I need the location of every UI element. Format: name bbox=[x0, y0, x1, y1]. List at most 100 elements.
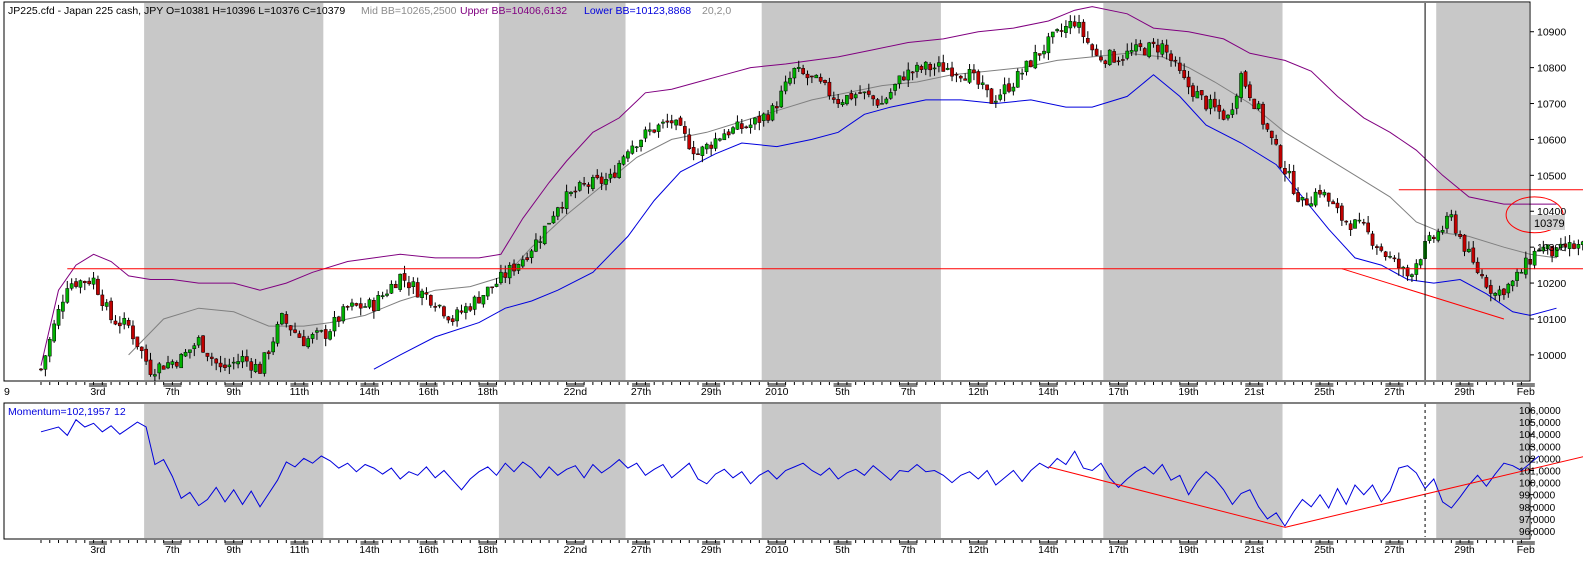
candle-bull bbox=[380, 295, 385, 298]
candle-bull bbox=[56, 309, 61, 326]
candle-bear bbox=[223, 364, 227, 368]
candle-bear bbox=[1331, 201, 1335, 205]
price-x-tick-label: 29th bbox=[1454, 386, 1475, 398]
candle-bull bbox=[783, 81, 788, 92]
candle-bear bbox=[595, 174, 600, 179]
candle-bear bbox=[1261, 103, 1265, 125]
candle-bull bbox=[192, 345, 197, 350]
candle-bull bbox=[718, 138, 722, 141]
candle-bull bbox=[280, 313, 284, 325]
candle-bull bbox=[1226, 114, 1230, 119]
candle-bear bbox=[415, 282, 420, 298]
candle-bear bbox=[323, 329, 328, 339]
price-x-tick-label: 12th bbox=[968, 386, 989, 398]
candle-bull bbox=[253, 364, 258, 373]
candle-bear bbox=[818, 76, 823, 82]
candle-bear bbox=[1572, 243, 1576, 249]
candle-bull bbox=[1440, 229, 1445, 233]
candle-bull bbox=[91, 277, 96, 285]
candle-bull bbox=[529, 250, 534, 258]
candle-bear bbox=[1383, 251, 1388, 257]
candle-bear bbox=[1296, 192, 1300, 202]
candle-bull bbox=[367, 299, 372, 308]
price-shade-band bbox=[498, 3, 626, 380]
candle-bull bbox=[643, 129, 648, 139]
candle-bear bbox=[174, 361, 179, 367]
candle-bear bbox=[1344, 220, 1349, 223]
candle-bull bbox=[1309, 203, 1314, 207]
candle-bear bbox=[1212, 98, 1217, 108]
momentum-x-tick-label: 12th bbox=[968, 544, 989, 556]
price-x-tick-label: Feb bbox=[1517, 386, 1535, 398]
price-x-tick-label: 27th bbox=[631, 386, 652, 398]
candle-bull bbox=[704, 143, 709, 150]
candle-bear bbox=[1283, 168, 1287, 175]
candle-bull bbox=[1002, 84, 1007, 95]
candle-bear bbox=[503, 272, 508, 278]
candle-bull bbox=[814, 74, 819, 79]
candle-bull bbox=[1125, 50, 1130, 59]
momentum-y-tick-label: 101,0000 bbox=[1519, 467, 1561, 478]
candle-bull bbox=[542, 225, 547, 245]
candle-bear bbox=[1458, 234, 1462, 237]
candle-bear bbox=[450, 318, 455, 322]
candle-bear bbox=[442, 306, 446, 317]
candle-bear bbox=[201, 335, 205, 353]
candle-bull bbox=[1445, 215, 1449, 229]
momentum-x-tick-label: 17th bbox=[1108, 544, 1129, 556]
candle-bear bbox=[875, 99, 880, 106]
candle-bear bbox=[1304, 198, 1309, 206]
candle-bull bbox=[170, 361, 175, 365]
candle-bear bbox=[1326, 192, 1331, 202]
candle-bear bbox=[1199, 90, 1204, 96]
candle-bear bbox=[126, 320, 131, 326]
candle-bear bbox=[477, 296, 481, 304]
momentum-x-tick-label: 16th bbox=[418, 544, 439, 556]
symbol-info: JP225.cfd - Japan 225 cash, JPY O=10381 … bbox=[8, 5, 345, 17]
price-x-tick-label: 19th bbox=[1178, 386, 1199, 398]
candle-bull bbox=[608, 173, 613, 179]
candle-bear bbox=[245, 356, 249, 362]
candle-bull bbox=[1506, 283, 1511, 294]
candle-bear bbox=[1340, 205, 1344, 221]
momentum-x-tick-label: 21st bbox=[1244, 544, 1264, 556]
candle-bull bbox=[1510, 280, 1515, 287]
candle-bull bbox=[1068, 20, 1073, 29]
candle-bear bbox=[1453, 214, 1458, 234]
candle-bull bbox=[661, 121, 665, 124]
momentum-shade-band bbox=[144, 404, 324, 538]
price-x-tick-label: 29th bbox=[701, 386, 722, 398]
candle-bear bbox=[1431, 236, 1436, 240]
candle-bear bbox=[612, 172, 617, 178]
candle-bull bbox=[1532, 250, 1537, 266]
candle-bear bbox=[96, 278, 100, 295]
momentum-y-tick-label: 99,0000 bbox=[1519, 491, 1556, 502]
candle-bull bbox=[621, 156, 626, 165]
candle-bull bbox=[634, 146, 639, 149]
candle-bear bbox=[919, 66, 924, 70]
candle-bull bbox=[65, 288, 70, 303]
candle-bull bbox=[1353, 219, 1357, 229]
candle-bull bbox=[122, 317, 127, 325]
candle-bear bbox=[1502, 288, 1506, 296]
momentum-x-tick-label: 29th bbox=[1454, 544, 1475, 556]
candle-bear bbox=[433, 306, 438, 308]
candle-bear bbox=[82, 280, 87, 284]
candle-bear bbox=[1103, 60, 1108, 65]
momentum-y-tick-label: 104,0000 bbox=[1519, 430, 1561, 441]
candle-bear bbox=[827, 81, 832, 97]
price-chart[interactable]: 1090010800107001060010500104001030010200… bbox=[0, 0, 1583, 559]
momentum-period: 12 bbox=[114, 406, 126, 418]
candle-bear bbox=[669, 120, 674, 124]
momentum-label: Momentum=102,1957 bbox=[8, 406, 111, 418]
candle-bull bbox=[569, 191, 573, 194]
candle-bear bbox=[39, 368, 43, 371]
candle-bull bbox=[1287, 170, 1292, 174]
candle-bear bbox=[836, 99, 841, 104]
candle-bull bbox=[1077, 22, 1081, 28]
candle-bull bbox=[639, 139, 643, 148]
candle-bear bbox=[393, 284, 398, 289]
candle-bear bbox=[1173, 59, 1178, 62]
candle-bull bbox=[183, 351, 188, 357]
candle-bear bbox=[446, 316, 451, 321]
